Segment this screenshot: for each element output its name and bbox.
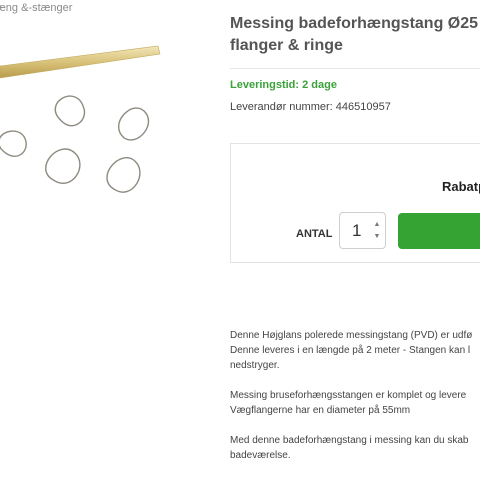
quantity-label: ANTAL bbox=[296, 228, 333, 240]
divider bbox=[230, 68, 480, 69]
curtain-ring bbox=[106, 157, 141, 193]
product-title-line: flanger & ringe bbox=[230, 37, 343, 54]
description-line: nedstryger. bbox=[230, 360, 280, 371]
product-title: Messing badeforhængstang Ø25 flanger & r… bbox=[230, 13, 480, 57]
description-paragraph: Denne Højglans polerede messingstang (PV… bbox=[230, 328, 480, 373]
delivery-time: Leveringstid: 2 dage bbox=[230, 79, 337, 91]
product-title-line: Messing badeforhængstang Ø25 bbox=[230, 15, 479, 32]
curtain-ring bbox=[118, 107, 149, 141]
quantity-value[interactable]: 1 bbox=[352, 221, 361, 241]
discount-label: Rabatp bbox=[442, 179, 480, 194]
description-paragraph: Messing bruseforhængsstangen er komplet … bbox=[230, 388, 480, 418]
description-line: Messing bruseforhængsstangen er komplet … bbox=[230, 390, 467, 401]
curtain-ring bbox=[54, 95, 86, 127]
quantity-stepper[interactable]: 1 ▲ ▼ bbox=[339, 212, 386, 249]
curtain-ring bbox=[45, 148, 81, 184]
add-to-cart-button[interactable] bbox=[398, 213, 480, 249]
product-image[interactable] bbox=[0, 20, 200, 220]
brass-rod bbox=[0, 45, 161, 79]
description-line: Denne leveres i en længde på 2 meter - S… bbox=[230, 345, 471, 356]
breadcrumb[interactable]: æng &-stænger bbox=[0, 2, 72, 14]
description-line: badeværelse. bbox=[230, 450, 291, 461]
description-line: Med denne badeforhængstang i messing kan… bbox=[230, 435, 469, 446]
description-paragraph: Med denne badeforhængstang i messing kan… bbox=[230, 433, 480, 463]
supplier-number: Leverandør nummer: 446510957 bbox=[230, 101, 391, 113]
description-line: Denne Højglans polerede messingstang (PV… bbox=[230, 330, 473, 341]
chevron-down-icon[interactable]: ▼ bbox=[373, 233, 381, 241]
product-photo bbox=[0, 45, 161, 193]
description-line: Vægflangerne har en diameter på 55mm bbox=[230, 405, 411, 416]
curtain-ring bbox=[0, 130, 27, 157]
product-description: Denne Højglans polerede messingstang (PV… bbox=[230, 328, 480, 478]
chevron-up-icon[interactable]: ▲ bbox=[373, 221, 381, 229]
